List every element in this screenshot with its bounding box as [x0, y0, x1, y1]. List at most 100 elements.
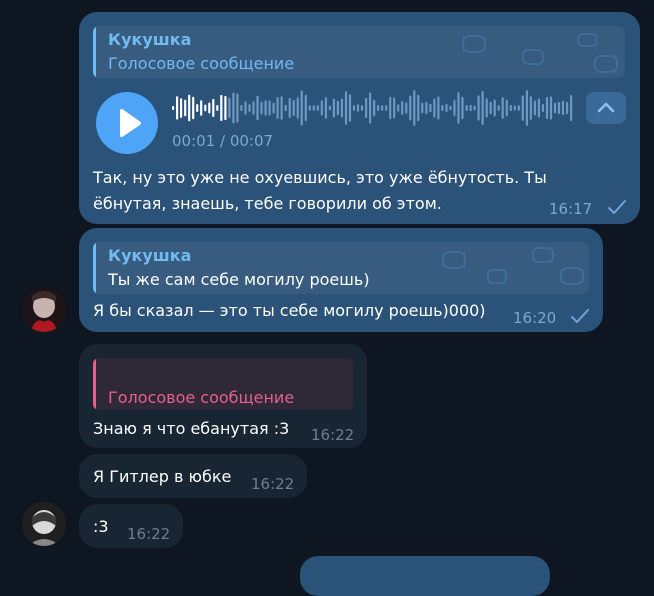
reply-pattern-icon: [462, 33, 618, 73]
waveform-bar: [433, 98, 436, 118]
reply-author-name: Кукушка: [108, 246, 192, 265]
waveform-bar: [308, 105, 311, 111]
waveform-bar: [566, 102, 569, 115]
waveform-bar: [200, 100, 203, 116]
waveform-bar: [300, 90, 303, 126]
waveform-bar: [529, 96, 532, 120]
message-time: 16:22: [311, 426, 355, 444]
reply-text: Ты же сам себе могилу роешь): [108, 270, 370, 289]
waveform-bar: [489, 101, 492, 115]
message-text: Я Гитлер в юбке: [93, 467, 232, 486]
waveform-bar: [284, 104, 287, 112]
avatar[interactable]: [22, 288, 66, 332]
waveform-bar: [457, 92, 460, 124]
waveform-bar: [445, 103, 448, 113]
waveform-bar: [272, 102, 275, 114]
user-avatar-image: [22, 288, 66, 332]
message-bubble-outgoing[interactable]: [300, 556, 550, 596]
waveform-bar: [549, 96, 553, 120]
waveform-bar: [244, 101, 247, 115]
waveform-bar: [232, 92, 235, 124]
waveform-bar: [373, 99, 376, 117]
waveform-bar: [328, 105, 331, 111]
waveform-bar: [525, 90, 528, 126]
reply-preview[interactable]: Кукушка Ты же сам себе могилу роешь): [93, 242, 589, 294]
transcribe-button[interactable]: [586, 92, 626, 124]
waveform-bar: [280, 96, 283, 120]
waveform-bar: [509, 105, 512, 111]
waveform-bar: [172, 106, 175, 110]
reply-accent-bar: [93, 242, 96, 294]
message-time: 16:20: [513, 309, 557, 327]
play-button[interactable]: [96, 92, 158, 154]
message-text: Я бы сказал — это ты себе могилу роешь)0…: [93, 301, 486, 320]
waveform-bar: [292, 100, 295, 116]
waveform-bar: [252, 101, 255, 115]
message-bubble-incoming[interactable]: Голосовое сообщение Знаю я что ебанутая …: [79, 344, 367, 448]
waveform-bar: [521, 95, 524, 121]
waveform-bar: [336, 100, 339, 116]
waveform-bar: [461, 96, 464, 120]
waveform-bar: [553, 102, 557, 114]
waveform-bar: [469, 104, 472, 112]
waveform-bar: [248, 104, 251, 112]
waveform-bar: [537, 98, 540, 118]
voice-duration: 00:01 / 00:07: [172, 132, 274, 150]
voice-waveform[interactable]: [172, 90, 574, 126]
reply-preview[interactable]: Кукушка Голосовое сообщение: [93, 26, 625, 78]
waveform-bar: [268, 100, 271, 116]
waveform-bar: [356, 104, 360, 112]
avatar[interactable]: [22, 502, 66, 546]
waveform-bar: [296, 97, 299, 119]
waveform-bar: [561, 100, 565, 116]
waveform-bar: [288, 97, 291, 118]
waveform-bar: [501, 97, 504, 119]
waveform-bar: [344, 91, 348, 125]
message-bubble-outgoing[interactable]: Кукушка Голосовое сообщение 00:01 / 00:0…: [79, 12, 640, 224]
message-text: Знаю я что ебанутая :3: [93, 419, 290, 438]
waveform-bar: [409, 95, 412, 121]
message-text: :3: [93, 517, 109, 536]
waveform-bar: [220, 94, 223, 121]
waveform-bar: [417, 94, 420, 122]
waveform-bar: [413, 90, 416, 126]
waveform-bar: [453, 100, 456, 116]
message-bubble-incoming[interactable]: Я Гитлер в юбке 16:22: [79, 454, 307, 498]
waveform-bar: [365, 97, 368, 118]
waveform-bar: [188, 94, 191, 122]
waveform-bar: [316, 105, 319, 111]
message-bubble-incoming[interactable]: :3 16:22: [79, 504, 183, 548]
reply-text: Голосовое сообщение: [108, 54, 295, 73]
waveform-bar: [473, 105, 476, 111]
waveform-bar: [348, 94, 352, 122]
message-text: Так, ну это уже не охуевшись, это уже ёб…: [93, 168, 547, 213]
waveform-bar: [212, 98, 215, 117]
waveform-bar: [216, 105, 219, 111]
message-time: 16:22: [127, 525, 171, 543]
waveform-bar: [397, 104, 400, 112]
reply-text: Голосовое сообщение: [108, 388, 295, 407]
user-avatar-image: [22, 502, 66, 546]
reply-accent-bar: [93, 26, 96, 78]
reply-accent-bar: [93, 358, 96, 410]
waveform-bar: [224, 95, 227, 121]
message-time: 16:17: [549, 200, 593, 218]
check-icon: [608, 200, 626, 214]
waveform-bar: [385, 105, 388, 111]
waveform-bar: [192, 96, 195, 120]
message-time: 16:22: [251, 475, 295, 493]
waveform-bar: [505, 99, 508, 117]
waveform-bar: [176, 96, 179, 120]
waveform-bar: [541, 104, 544, 112]
waveform-bar: [449, 106, 452, 111]
waveform-bar: [401, 101, 404, 115]
waveform-bar: [264, 100, 267, 116]
message-bubble-outgoing[interactable]: Кукушка Ты же сам себе могилу роешь) Я б…: [79, 228, 603, 332]
reply-preview[interactable]: Голосовое сообщение: [93, 358, 353, 410]
reply-pattern-icon: [442, 247, 584, 285]
waveform-bar: [477, 95, 480, 121]
waveform-bar: [377, 105, 380, 111]
waveform-bar: [180, 98, 183, 118]
waveform-bar: [425, 102, 428, 114]
waveform-bar: [517, 105, 520, 111]
